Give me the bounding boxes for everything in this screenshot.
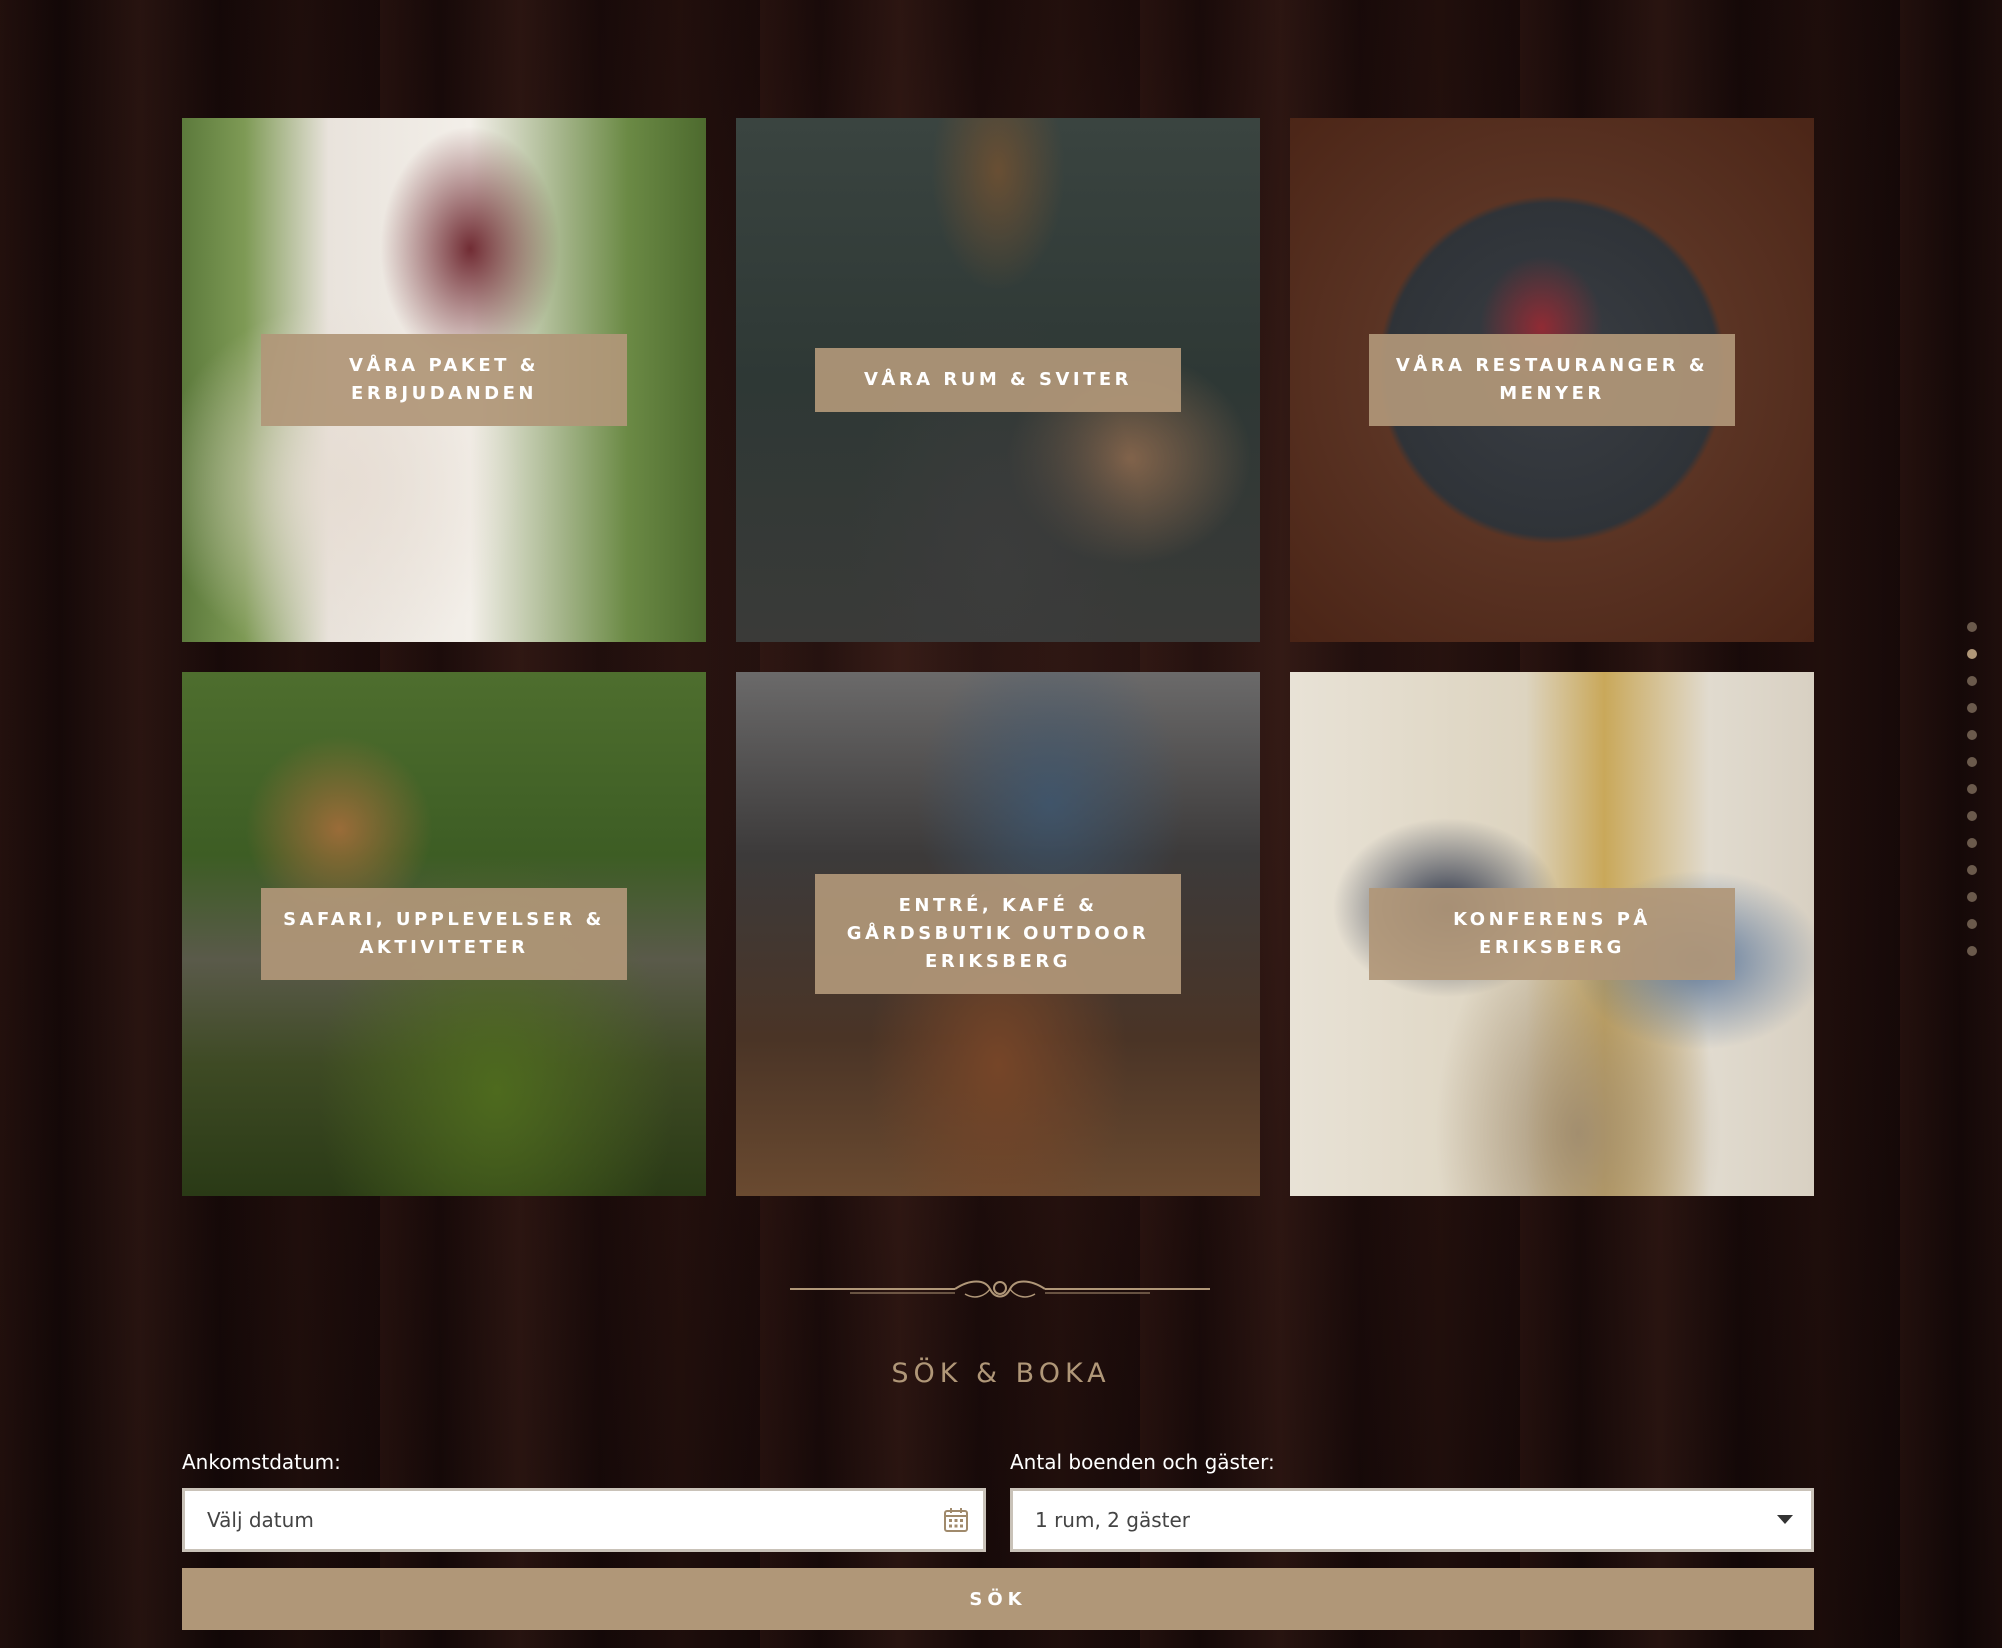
tile-label: ENTRÉ, KAFÉ & GÅRDSBUTIK OUTDOOR ERIKSBE… [815, 874, 1181, 994]
tile-packages[interactable]: VÅRA PAKET & ERBJUDANDEN [182, 118, 706, 642]
arrival-date-placeholder: Välj datum [207, 1508, 314, 1532]
tile-label: KONFERENS PÅ ERIKSBERG [1369, 888, 1735, 980]
tile-restaurants[interactable]: VÅRA RESTAURANGER & MENYER [1290, 118, 1814, 642]
calendar-icon[interactable] [943, 1507, 969, 1533]
ornament-divider-icon [790, 1280, 1210, 1298]
pagination-dot[interactable] [1967, 703, 1977, 713]
pagination-dot[interactable] [1967, 676, 1977, 686]
pagination-dot[interactable] [1967, 757, 1977, 767]
pagination-dot[interactable] [1967, 838, 1977, 848]
arrival-date-input[interactable]: Välj datum [182, 1488, 986, 1552]
booking-title: SÖK & BOKA [891, 1358, 1111, 1389]
pagination-dot[interactable] [1967, 730, 1977, 740]
caret-down-icon [1777, 1515, 1793, 1525]
tile-label: VÅRA PAKET & ERBJUDANDEN [261, 334, 627, 426]
pagination-dot[interactable] [1967, 919, 1977, 929]
tile-conference[interactable]: KONFERENS PÅ ERIKSBERG [1290, 672, 1814, 1196]
pagination-dot[interactable] [1967, 811, 1977, 821]
pagination-dot[interactable] [1967, 865, 1977, 875]
search-button[interactable]: SÖK [182, 1568, 1814, 1630]
guests-value: 1 rum, 2 gäster [1035, 1508, 1190, 1532]
pagination-dot[interactable] [1967, 784, 1977, 794]
pagination-dot[interactable] [1967, 622, 1977, 632]
guests-label: Antal boenden och gäster: [1010, 1450, 1275, 1474]
tile-entrance-shop[interactable]: ENTRÉ, KAFÉ & GÅRDSBUTIK OUTDOOR ERIKSBE… [736, 672, 1260, 1196]
navigation-tiles: VÅRA PAKET & ERBJUDANDEN VÅRA RUM & SVIT… [182, 118, 1814, 1196]
tile-label: VÅRA RUM & SVITER [815, 348, 1181, 412]
tile-safari[interactable]: SAFARI, UPPLEVELSER & AKTIVITETER [182, 672, 706, 1196]
pagination-dot-active[interactable] [1967, 649, 1977, 659]
pagination-dots [1967, 622, 1979, 973]
pagination-dot[interactable] [1967, 892, 1977, 902]
arrival-date-label: Ankomstdatum: [182, 1450, 341, 1474]
tile-rooms[interactable]: VÅRA RUM & SVITER [736, 118, 1260, 642]
tile-label: SAFARI, UPPLEVELSER & AKTIVITETER [261, 888, 627, 980]
pagination-dot[interactable] [1967, 946, 1977, 956]
tile-label: VÅRA RESTAURANGER & MENYER [1369, 334, 1735, 426]
guests-select[interactable]: 1 rum, 2 gäster [1010, 1488, 1814, 1552]
